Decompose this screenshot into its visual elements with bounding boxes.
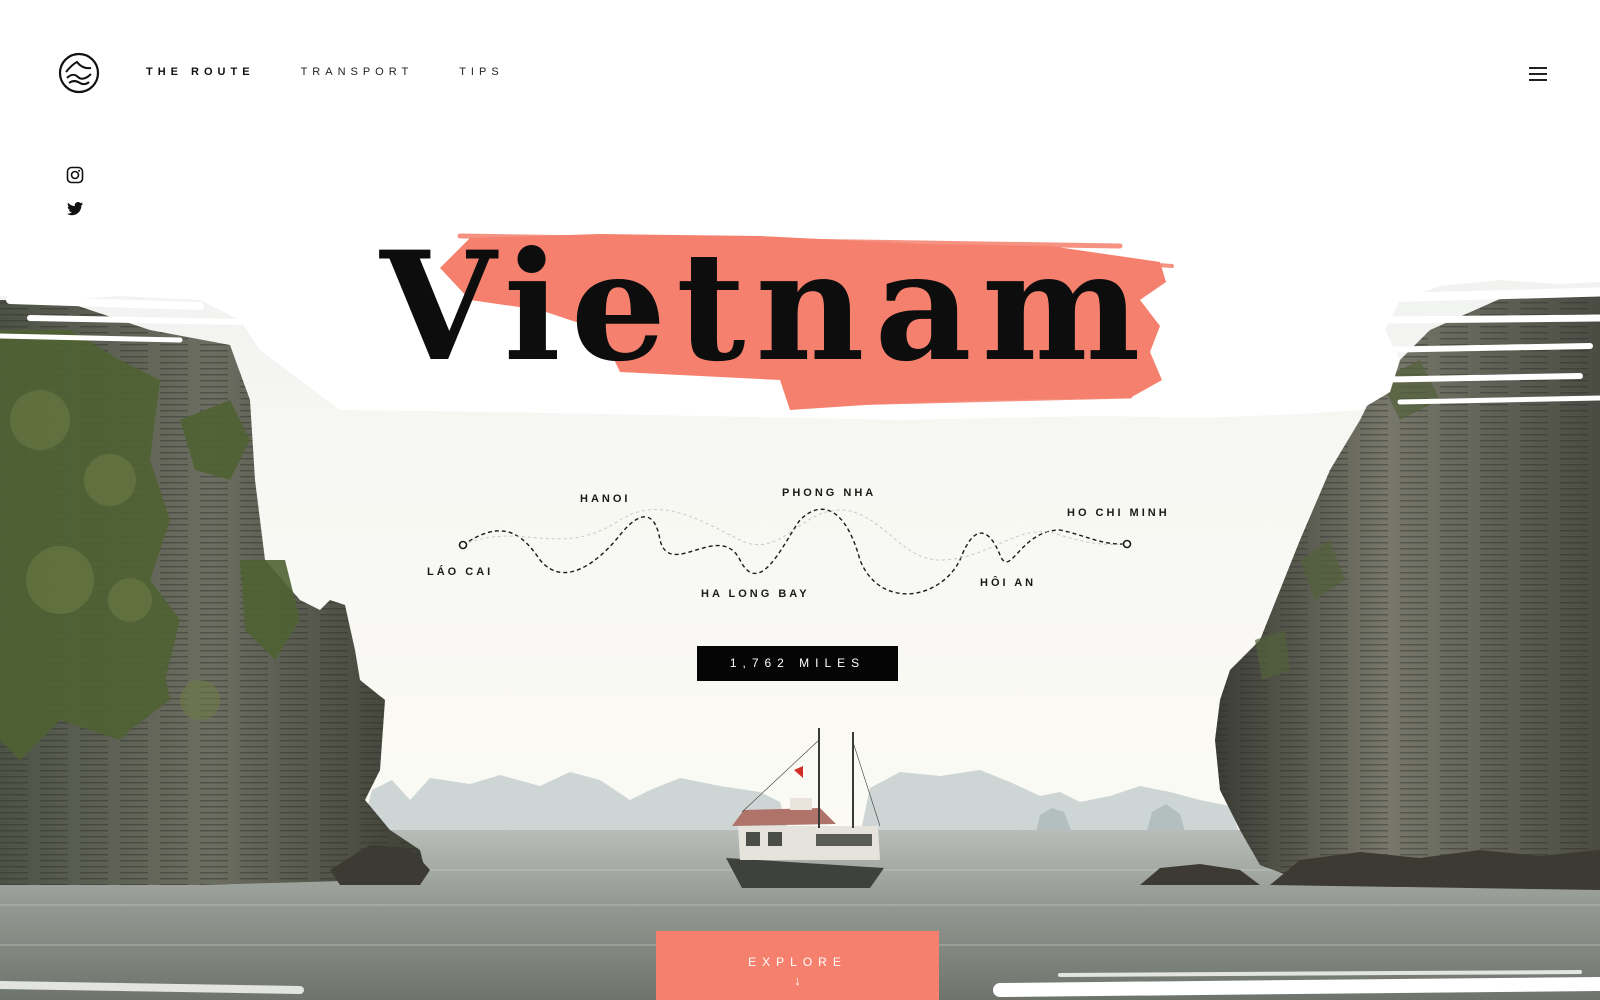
- route-stop-ha-long-bay: HA LONG BAY: [701, 588, 810, 600]
- hamburger-menu-icon[interactable]: [1529, 67, 1547, 81]
- explore-button-label: EXPLORE: [748, 955, 847, 969]
- nav-item-the-route[interactable]: THE ROUTE: [146, 66, 255, 78]
- route-stop-lao-cai: LÁO CAI: [427, 566, 494, 578]
- explore-button[interactable]: EXPLORE ↓: [656, 931, 939, 1000]
- hero-title: Vietnam: [380, 219, 1151, 395]
- nav-item-transport[interactable]: TRANSPORT: [301, 66, 414, 78]
- route-stop-phong-nha: PHONG NHA: [782, 487, 877, 499]
- arrow-down-icon: ↓: [794, 973, 801, 988]
- nav-item-tips[interactable]: TIPS: [459, 66, 503, 78]
- site-logo-icon[interactable]: [58, 52, 100, 94]
- route-stop-ho-chi-minh: HO CHI MINH: [1067, 507, 1170, 519]
- hero-background-photo: [0, 0, 1600, 1000]
- route-stop-hoi-an: HÔI AN: [980, 577, 1037, 589]
- instagram-icon[interactable]: [66, 166, 84, 184]
- main-nav: THE ROUTE TRANSPORT TIPS: [146, 66, 550, 78]
- twitter-icon[interactable]: [66, 200, 84, 218]
- distance-badge: 1,762 MILES: [697, 646, 898, 681]
- route-stop-hanoi: HANOI: [580, 493, 631, 505]
- social-links: [66, 166, 86, 234]
